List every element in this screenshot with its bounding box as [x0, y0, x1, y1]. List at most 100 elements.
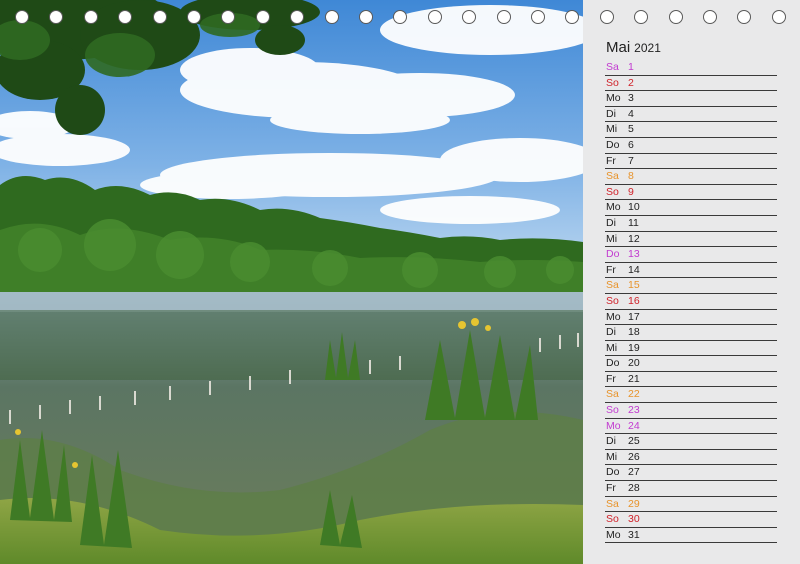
- weekday-label: Mi: [606, 450, 618, 463]
- weekday-label: Mi: [606, 123, 618, 136]
- day-number: 24: [628, 419, 640, 432]
- day-list: Sa 1 So 2 Mo 3 Di 4 Mi 5 Do 6 Fr 7 Sa 8 So 9 Mo 10 Di 11 Mi 12 D…: [605, 60, 777, 544]
- day-number: 1: [628, 61, 634, 73]
- weekday-label: So: [606, 294, 619, 307]
- day-number: 19: [628, 341, 640, 354]
- day-row: Fr 21: [605, 372, 777, 388]
- weekday-label: Mo: [606, 419, 621, 432]
- day-number: 30: [628, 513, 640, 526]
- ring-hole-icon: [393, 10, 408, 24]
- weekday-label: Di: [606, 435, 616, 448]
- day-number: 12: [628, 232, 640, 245]
- day-row: Mi 26: [605, 450, 777, 466]
- day-row: Sa 8: [605, 169, 777, 185]
- ring-hole-icon: [565, 10, 580, 24]
- day-number: 6: [628, 138, 634, 151]
- weekday-label: Di: [606, 216, 616, 229]
- weekday-label: Do: [606, 357, 620, 370]
- weekday-label: So: [606, 76, 619, 89]
- weekday-label: Di: [606, 107, 616, 120]
- day-number: 22: [628, 388, 640, 401]
- calendar-panel: Mai 2021 Sa 1 So 2 Mo 3 Di 4 Mi 5 Do 6 Fr 7 Sa 8 So 9 Mo 10 D…: [583, 0, 800, 564]
- weekday-label: Do: [606, 138, 620, 151]
- day-number: 14: [628, 263, 640, 276]
- day-number: 13: [628, 248, 640, 261]
- ring-hole-icon: [49, 10, 64, 24]
- ring-hole-icon: [290, 10, 305, 24]
- day-number: 16: [628, 294, 640, 307]
- day-number: 29: [628, 497, 640, 510]
- day-row: So 30: [605, 512, 777, 528]
- day-number: 23: [628, 404, 640, 417]
- day-number: 7: [628, 154, 634, 167]
- day-number: 2: [628, 76, 634, 89]
- day-row: Di 11: [605, 216, 777, 232]
- weekday-label: So: [606, 185, 619, 198]
- ring-hole-icon: [221, 10, 236, 24]
- month-name: Mai: [606, 39, 631, 56]
- weekday-label: Sa: [606, 170, 619, 183]
- day-row: Mo 24: [605, 419, 777, 435]
- day-number: 31: [628, 528, 640, 541]
- day-number: 10: [628, 201, 640, 214]
- ring-hole-icon: [152, 10, 167, 24]
- ring-hole-icon: [359, 10, 373, 24]
- weekday-label: Fr: [606, 372, 616, 385]
- day-row: So 2: [605, 76, 777, 92]
- day-row: Sa 29: [605, 497, 777, 513]
- day-row: Fr 7: [605, 154, 777, 170]
- day-row: Do 20: [605, 356, 777, 372]
- day-number: 17: [628, 310, 640, 323]
- calendar-page: Mai 2021 Sa 1 So 2 Mo 3 Di 4 Mi 5 Do 6 Fr 7 Sa 8 So 9 Mo 10 D…: [0, 0, 800, 564]
- day-number: 21: [628, 372, 640, 385]
- day-row: So 9: [605, 185, 777, 201]
- day-row: So 16: [605, 294, 777, 310]
- day-row: Mi 19: [605, 341, 777, 357]
- day-row: Do 27: [605, 465, 777, 482]
- day-row: Mi 5: [605, 122, 777, 138]
- weekday-label: Fr: [606, 154, 616, 167]
- ring-hole-icon: [187, 10, 201, 24]
- ring-hole-icon: [462, 10, 477, 24]
- day-row: Fr 14: [605, 263, 777, 279]
- ring-hole-icon: [531, 10, 545, 24]
- weekday-label: Sa: [606, 388, 619, 401]
- day-number: 18: [628, 326, 640, 339]
- weekday-label: Do: [606, 466, 620, 479]
- weekday-label: Mo: [606, 528, 621, 541]
- weekday-label: Sa: [606, 497, 619, 510]
- weekday-label: Mo: [606, 92, 621, 105]
- day-row: Mo 10: [605, 200, 777, 216]
- ring-hole-icon: [83, 10, 98, 24]
- weekday-label: Mi: [606, 232, 618, 245]
- day-number: 20: [628, 357, 640, 370]
- day-number: 9: [628, 185, 634, 198]
- weekday-label: Mo: [606, 201, 621, 214]
- weekday-label: Mo: [606, 310, 621, 323]
- ring-hole-icon: [15, 10, 29, 24]
- ring-hole-icon: [324, 10, 339, 24]
- day-row: Do 6: [605, 138, 777, 154]
- weekday-label: Sa: [606, 279, 619, 292]
- day-row: Mo 31: [605, 528, 777, 544]
- month-year: 2021: [634, 41, 661, 55]
- ring-hole-icon: [255, 10, 270, 24]
- day-row: Sa 22: [605, 387, 777, 404]
- day-row: Mo 17: [605, 310, 777, 326]
- weekday-label: Fr: [606, 263, 616, 276]
- day-row: Sa 15: [605, 278, 777, 294]
- weekday-label: Mi: [606, 341, 618, 354]
- ring-hole-icon: [427, 10, 442, 24]
- day-number: 11: [628, 216, 639, 229]
- day-number: 26: [628, 450, 640, 463]
- day-row: Di 18: [605, 325, 777, 341]
- day-number: 28: [628, 482, 640, 495]
- day-number: 3: [628, 92, 634, 105]
- day-row: Do 13: [605, 247, 777, 263]
- weekday-label: Sa: [606, 61, 619, 73]
- day-row: Mo 3: [605, 91, 777, 107]
- day-number: 4: [628, 107, 634, 120]
- day-number: 8: [628, 170, 634, 183]
- weekday-label: So: [606, 513, 619, 526]
- weekday-label: So: [606, 404, 619, 417]
